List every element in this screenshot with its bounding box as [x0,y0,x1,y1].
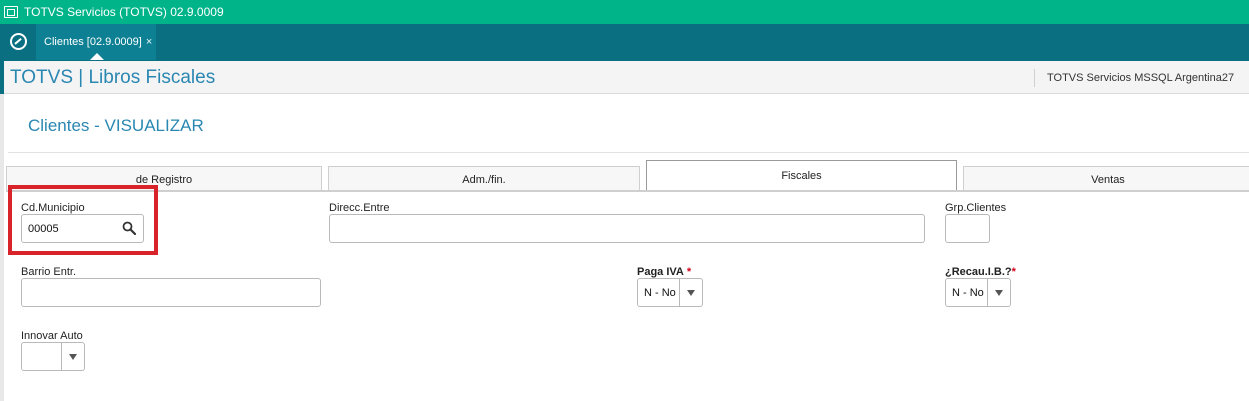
recau-ib-label-text: ¿Recau.I.B.? [945,266,1012,278]
barrio-entr-label: Barrio Entr. [21,266,77,278]
title-divider [8,152,1249,153]
direcc-entre-label: Direcc.Entre [329,202,390,214]
required-marker: * [686,266,692,278]
folder-tab-ventas[interactable]: Ventas [963,166,1249,190]
chevron-down-icon[interactable] [687,290,695,296]
app-brand: TOTVS | Libros Fiscales [10,67,216,88]
paga-iva-select[interactable]: N - No [637,278,703,307]
environment-label: TOTVS Servicios MSSQL Argentina27 [1034,69,1249,87]
app-window-icon [4,6,18,18]
page-title: Clientes - VISUALIZAR [28,116,204,135]
window-title: TOTVS Servicios (TOTVS) 02.9.0009 [24,5,224,19]
barrio-entr-input[interactable] [21,278,321,307]
select-divider [679,279,680,306]
chevron-down-icon[interactable] [69,354,77,360]
highlight-box [8,185,158,255]
folder-baseline [6,190,1249,192]
folder-tab-fiscales[interactable]: Fiscales [646,160,957,191]
recau-ib-select[interactable]: N - No [945,278,1011,307]
recau-ib-label: ¿Recau.I.B.?* [945,266,1016,278]
recau-ib-value: N - No [952,287,984,299]
tab-bar: Clientes [02.9.0009] × [0,24,1249,60]
folder-tab-adm-fin[interactable]: Adm./fin. [328,166,640,190]
chevron-down-icon[interactable] [995,290,1003,296]
close-icon[interactable]: × [146,36,152,48]
tab-label: Clientes [02.9.0009] [44,36,142,48]
left-border [0,94,4,401]
header-accent [0,61,4,95]
home-icon[interactable] [10,33,27,50]
select-divider [987,279,988,306]
active-tab-indicator [90,53,104,60]
paga-iva-label: Paga IVA * [637,266,691,278]
paga-iva-value: N - No [644,287,676,299]
grp-clientes-input[interactable] [945,214,990,243]
paga-iva-label-text: Paga IVA [637,266,684,278]
window-titlebar: TOTVS Servicios (TOTVS) 02.9.0009 [0,0,1249,24]
innovar-auto-select[interactable] [21,342,85,371]
grp-clientes-label: Grp.Clientes [945,202,1007,214]
select-divider [61,343,62,370]
required-marker: * [1011,266,1016,278]
direcc-entre-input[interactable] [329,214,925,243]
innovar-auto-label: Innovar Auto [21,330,83,342]
app-header: TOTVS | Libros Fiscales TOTVS Servicios … [0,60,1249,95]
